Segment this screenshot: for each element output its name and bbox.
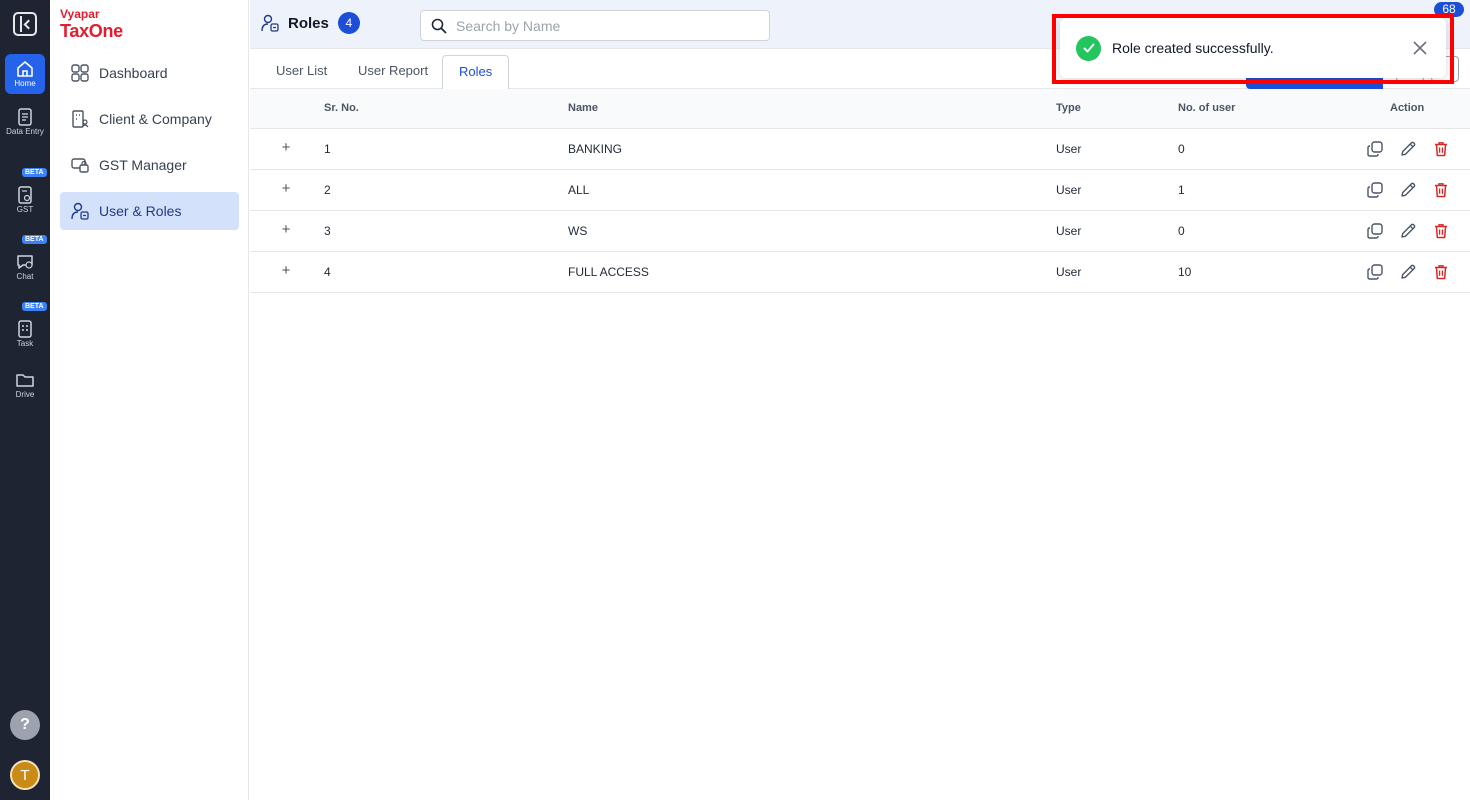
- rail-item-data-entry[interactable]: Data Entry: [5, 107, 45, 137]
- sidebar-item-label: Client & Company: [99, 111, 212, 127]
- sidebar-item-user-roles[interactable]: User & Roles: [60, 192, 239, 230]
- cell-users: 1: [1178, 183, 1185, 197]
- cell-users: 0: [1178, 142, 1185, 156]
- data-entry-icon: [18, 108, 32, 126]
- search-box[interactable]: [420, 10, 770, 41]
- rail-item-drive[interactable]: Drive: [5, 370, 45, 400]
- delete-icon[interactable]: [1432, 263, 1450, 281]
- sidebar-item-label: User & Roles: [99, 203, 182, 219]
- brand-logo: TaxOne: [60, 21, 123, 41]
- highlight-frame: [1052, 14, 1454, 84]
- sidebar-item-dashboard[interactable]: Dashboard: [60, 54, 239, 92]
- expand-row-icon[interactable]: +: [278, 181, 294, 198]
- rail-item-label: Data Entry: [6, 127, 44, 136]
- sidebar: Vyapar TaxOne Dashboard Client & Company…: [50, 0, 249, 800]
- cell-sr-no: 1: [324, 142, 331, 156]
- copy-icon[interactable]: [1366, 222, 1384, 240]
- sidebar-item-gst-manager[interactable]: GST Manager: [60, 146, 239, 184]
- beta-badge: BETA: [22, 302, 47, 311]
- cell-users: 0: [1178, 224, 1185, 238]
- rail-item-gst[interactable]: GST: [5, 185, 45, 215]
- table-row[interactable]: +2 ALL User 1: [250, 170, 1470, 211]
- table-row[interactable]: +4 FULL ACCESS User 10: [250, 252, 1470, 293]
- tab-roles[interactable]: Roles: [442, 55, 510, 90]
- column-header-users: No. of user: [1178, 102, 1236, 114]
- search-input[interactable]: [456, 17, 746, 34]
- cell-name: BANKING: [568, 142, 623, 156]
- roles-count-badge: 4: [337, 12, 360, 34]
- copy-icon[interactable]: [1366, 140, 1384, 158]
- gst-icon: [18, 186, 32, 204]
- sidebar-item-label: GST Manager: [99, 157, 187, 173]
- rail-item-chat[interactable]: Chat: [5, 252, 45, 282]
- edit-icon[interactable]: [1399, 140, 1417, 158]
- collapse-sidebar-icon[interactable]: [13, 12, 37, 36]
- cell-users: 10: [1178, 265, 1192, 279]
- chat-icon: [17, 255, 33, 269]
- tab-user-list[interactable]: User List: [260, 55, 343, 89]
- edit-icon[interactable]: [1399, 263, 1417, 281]
- expand-row-icon[interactable]: +: [278, 222, 294, 239]
- table-row[interactable]: +3 WS User 0: [250, 211, 1470, 252]
- expand-row-icon[interactable]: +: [278, 263, 294, 280]
- user-roles-icon: [261, 14, 279, 32]
- column-header-name: Name: [568, 102, 598, 114]
- rail-item-label: GST: [16, 205, 34, 214]
- rail-item-label: Chat: [16, 272, 34, 281]
- cell-name: ALL: [568, 183, 590, 197]
- rail-item-label: Home: [14, 79, 36, 88]
- brand-logo-top: Vyapar: [60, 7, 100, 21]
- cell-type: User: [1056, 183, 1082, 197]
- rail-item-task[interactable]: Task: [5, 319, 45, 349]
- edit-icon[interactable]: [1399, 222, 1417, 240]
- cell-name: WS: [568, 224, 588, 238]
- help-button[interactable]: ?: [10, 710, 40, 740]
- beta-badge: BETA: [22, 235, 47, 244]
- column-header-type: Type: [1056, 102, 1081, 114]
- rail-item-home[interactable]: Home: [5, 54, 45, 94]
- tab-user-report[interactable]: User Report: [342, 55, 444, 89]
- cell-sr-no: 4: [324, 265, 331, 279]
- delete-icon[interactable]: [1432, 222, 1450, 240]
- folder-icon: [16, 374, 34, 387]
- cell-sr-no: 3: [324, 224, 331, 238]
- gst-manager-icon: [71, 158, 89, 173]
- app-rail: Home Data Entry BETA GST BETA Chat BETA …: [0, 0, 50, 800]
- building-icon: [72, 110, 89, 128]
- delete-icon[interactable]: [1432, 181, 1450, 199]
- cell-type: User: [1056, 224, 1082, 238]
- search-icon: [431, 18, 447, 33]
- avatar[interactable]: T: [10, 760, 40, 790]
- sidebar-item-label: Dashboard: [99, 65, 168, 81]
- expand-row-icon[interactable]: +: [278, 140, 294, 157]
- sidebar-item-client-company[interactable]: Client & Company: [60, 100, 239, 138]
- edit-icon[interactable]: [1399, 181, 1417, 199]
- dashboard-icon: [71, 64, 89, 82]
- copy-icon[interactable]: [1366, 263, 1384, 281]
- table-header: Sr. No. Name Type No. of user Action: [250, 89, 1470, 129]
- task-icon: [18, 320, 32, 338]
- page-title: Roles: [288, 14, 329, 32]
- column-header-sr-no: Sr. No.: [324, 102, 359, 114]
- cell-type: User: [1056, 265, 1082, 279]
- copy-icon[interactable]: [1366, 181, 1384, 199]
- cell-sr-no: 2: [324, 183, 331, 197]
- delete-icon[interactable]: [1432, 140, 1450, 158]
- table-row[interactable]: +1 BANKING User 0: [250, 129, 1470, 170]
- rail-item-label: Task: [16, 339, 34, 348]
- cell-type: User: [1056, 142, 1082, 156]
- rail-item-label: Drive: [15, 390, 35, 399]
- roles-table: Sr. No. Name Type No. of user Action +1 B…: [250, 89, 1470, 293]
- cell-name: FULL ACCESS: [568, 265, 649, 279]
- beta-badge: BETA: [22, 168, 47, 177]
- user-roles-icon: [71, 202, 89, 220]
- home-icon: [17, 61, 33, 77]
- column-header-action: Action: [1390, 102, 1425, 114]
- page-title-group: Roles 4: [260, 12, 360, 34]
